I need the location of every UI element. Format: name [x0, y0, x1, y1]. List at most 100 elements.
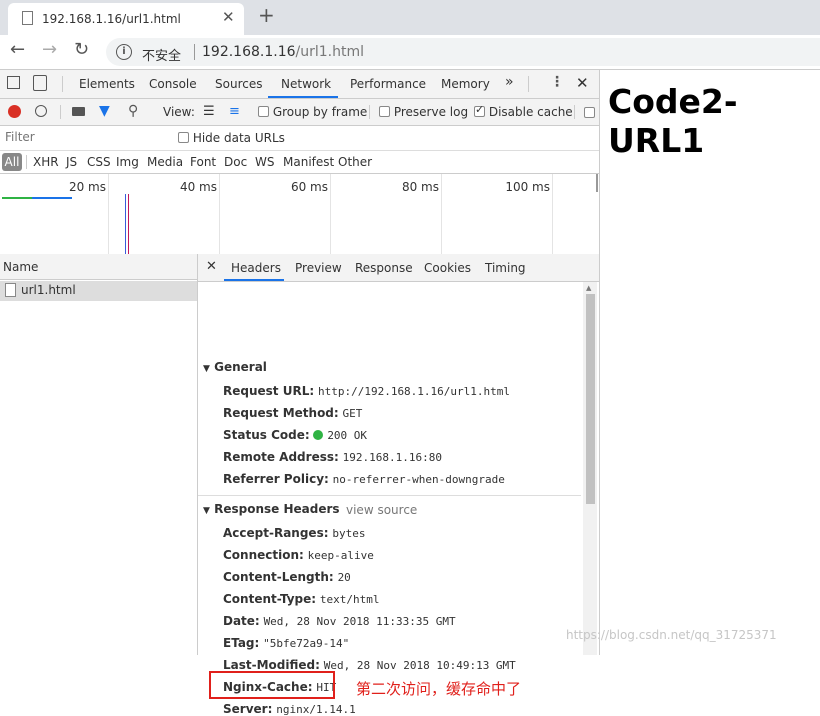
disclosure-triangle-icon: ▼	[203, 506, 210, 516]
resource-type-filters: All XHR JS CSS Img Media Font Doc WS Man…	[0, 151, 599, 174]
checkbox[interactable]	[258, 106, 269, 117]
filter-type-all[interactable]: All	[2, 153, 22, 171]
hide-data-urls-option[interactable]: Hide data URLs	[178, 131, 285, 145]
filter-input[interactable]	[2, 128, 170, 146]
timeline-overview[interactable]: 20 ms 40 ms 60 ms 80 ms 100 ms	[0, 174, 599, 255]
header-key: Connection:	[223, 548, 304, 562]
tab-network[interactable]: Network	[281, 77, 331, 91]
close-icon[interactable]: ✕	[222, 8, 235, 26]
header-row: Referrer Policy: no-referrer-when-downgr…	[223, 472, 505, 486]
table-row[interactable]: url1.html	[0, 281, 197, 301]
inspect-icon[interactable]	[7, 76, 20, 89]
view-source-link[interactable]: view source	[346, 503, 417, 517]
more-tabs-icon[interactable]: »	[505, 74, 514, 90]
header-key: Referrer Policy:	[223, 472, 329, 486]
back-arrow-icon[interactable]: ←	[10, 39, 25, 60]
checkbox[interactable]	[584, 107, 595, 118]
checkbox[interactable]	[178, 132, 189, 143]
response-headers-section-toggle[interactable]: ▼ Response Headers	[203, 502, 340, 516]
timeline-gridline	[108, 174, 109, 254]
tab-console[interactable]: Console	[149, 77, 197, 91]
plus-icon[interactable]: +	[258, 3, 275, 27]
checkbox[interactable]	[379, 106, 390, 117]
timeline-tick-label: 40 ms	[179, 180, 217, 194]
dom-content-loaded-marker	[125, 194, 126, 254]
name-column-header[interactable]: Name	[0, 254, 197, 280]
tab-memory[interactable]: Memory	[441, 77, 490, 91]
divider	[62, 76, 63, 92]
divider	[60, 105, 61, 119]
filter-type-media[interactable]: Media	[147, 155, 183, 169]
url-text[interactable]: 192.168.1.16/url1.html	[202, 44, 364, 60]
filter-type-ws[interactable]: WS	[255, 155, 274, 169]
header-value: 192.168.1.16:80	[342, 451, 442, 464]
request-name: url1.html	[21, 283, 76, 297]
kebab-menu-icon[interactable]: ⋮	[550, 74, 564, 90]
scrollbar-thumb[interactable]	[586, 294, 595, 504]
tab-timing[interactable]: Timing	[485, 261, 526, 275]
list-view-icon[interactable]: ☰	[203, 104, 215, 119]
page-heading: Code2-URL1	[608, 82, 738, 160]
record-icon[interactable]	[8, 105, 21, 118]
tab-response[interactable]: Response	[355, 261, 413, 275]
filter-type-manifest[interactable]: Manifest	[283, 155, 334, 169]
close-icon[interactable]: ✕	[576, 74, 589, 92]
browser-tab[interactable]: 192.168.1.16/url1.html ✕	[8, 3, 244, 35]
filter-bar: Hide data URLs	[0, 126, 599, 151]
checkbox-checked[interactable]	[474, 103, 485, 117]
tab-performance[interactable]: Performance	[350, 77, 426, 91]
annotation-text: 第二次访问，缓存命中了	[356, 680, 522, 698]
header-value: text/html	[319, 593, 380, 606]
request-list: Name url1.html	[0, 254, 198, 655]
header-row: Remote Address: 192.168.1.16:80	[223, 450, 442, 464]
device-toggle-icon[interactable]	[33, 75, 47, 91]
timeline-tick-label: 80 ms	[401, 180, 439, 194]
clear-icon[interactable]	[35, 105, 47, 117]
filter-type-js[interactable]: JS	[66, 155, 77, 169]
timeline-tick-label: 100 ms	[505, 180, 550, 194]
group-by-frame-option[interactable]: Group by frame	[258, 105, 367, 119]
tab-headers[interactable]: Headers	[231, 261, 281, 275]
filter-type-css[interactable]: CSS	[87, 155, 111, 169]
url-host: 192.168.1.16	[202, 44, 296, 60]
address-bar[interactable]: i 不安全 192.168.1.16/url1.html	[106, 38, 820, 66]
disable-cache-option[interactable]: Disable cache	[474, 103, 573, 119]
info-icon[interactable]: i	[116, 44, 132, 60]
tab-cookies[interactable]: Cookies	[424, 261, 471, 275]
forward-arrow-icon[interactable]: →	[42, 39, 57, 60]
reload-icon[interactable]: ↻	[74, 39, 89, 60]
scroll-up-icon[interactable]: ▲	[586, 284, 591, 292]
waterfall-view-icon[interactable]: ≡	[229, 104, 240, 119]
header-key: Request Method:	[223, 406, 339, 420]
tab-title: 192.168.1.16/url1.html	[42, 12, 181, 26]
preserve-log-option[interactable]: Preserve log	[379, 105, 468, 119]
active-tab-indicator	[224, 279, 284, 281]
search-icon[interactable]: ⚲	[128, 103, 138, 119]
timeline-tick-label: 20 ms	[68, 180, 106, 194]
filter-type-xhr[interactable]: XHR	[33, 155, 59, 169]
header-value: "5bfe72a9-14"	[263, 637, 350, 650]
header-row: Content-Length: 20	[223, 570, 351, 584]
general-section-toggle[interactable]: ▼ General	[203, 360, 267, 374]
filter-type-font[interactable]: Font	[190, 155, 216, 169]
offline-checkbox[interactable]	[584, 106, 595, 120]
video-camera-icon[interactable]	[72, 107, 85, 116]
scrollbar[interactable]: ▲	[583, 282, 597, 655]
filter-funnel-icon[interactable]: ▼	[99, 103, 110, 119]
highlight-box	[209, 671, 335, 699]
filter-type-other[interactable]: Other	[338, 155, 372, 169]
close-icon[interactable]: ✕	[206, 259, 217, 274]
timeline-overview-handle[interactable]	[596, 174, 598, 192]
filter-type-img[interactable]: Img	[116, 155, 139, 169]
header-value: Wed, 28 Nov 2018 11:33:35 GMT	[263, 615, 456, 628]
page-icon	[22, 11, 33, 25]
security-label: 不安全	[142, 49, 182, 64]
header-row: Request URL: http://192.168.1.16/url1.ht…	[223, 384, 510, 398]
tab-sources[interactable]: Sources	[215, 77, 262, 91]
details-tabbar: ✕ Headers Preview Response Cookies Timin…	[198, 254, 599, 282]
tab-elements[interactable]: Elements	[79, 77, 135, 91]
header-row: Content-Type: text/html	[223, 592, 380, 606]
divider	[369, 105, 370, 119]
tab-preview[interactable]: Preview	[295, 261, 342, 275]
filter-type-doc[interactable]: Doc	[224, 155, 247, 169]
